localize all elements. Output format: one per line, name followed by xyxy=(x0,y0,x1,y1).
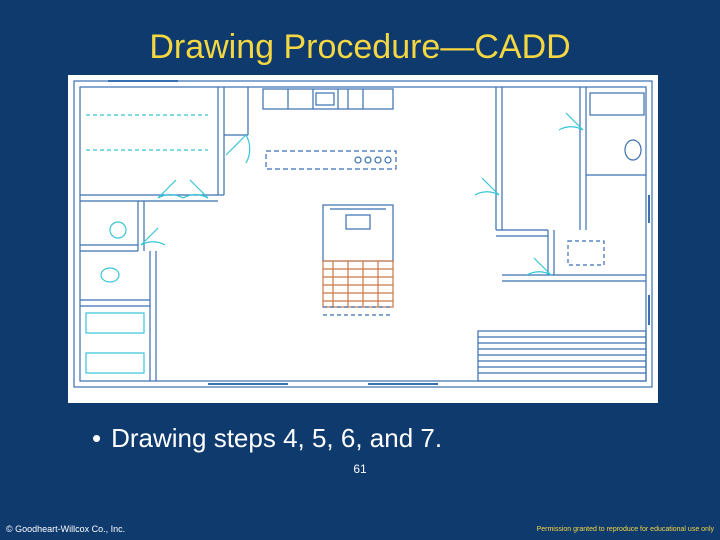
cadd-floorplan-diagram xyxy=(68,75,658,403)
bullet-text: • Drawing steps 4, 5, 6, and 7. xyxy=(92,423,720,454)
floorplan-image xyxy=(68,75,658,403)
footer-copyright: © Goodheart-Willcox Co., Inc. xyxy=(6,524,125,534)
slide-title: Drawing Procedure—CADD xyxy=(0,0,720,75)
footer: © Goodheart-Willcox Co., Inc. Permission… xyxy=(0,518,720,540)
page-number: 61 xyxy=(0,462,720,476)
bullet-dot: • xyxy=(92,423,101,453)
footer-permission: Permission granted to reproduce for educ… xyxy=(537,526,714,533)
bullet-content: Drawing steps 4, 5, 6, and 7. xyxy=(111,423,442,453)
